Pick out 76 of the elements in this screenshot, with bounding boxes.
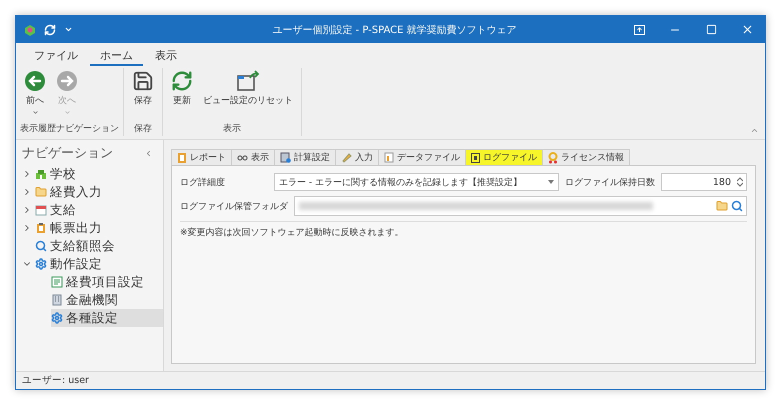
- tree-item[interactable]: 動作設定: [35, 255, 106, 273]
- ribbon-tab[interactable]: 表示: [145, 46, 187, 66]
- settings-tab[interactable]: 入力: [335, 149, 379, 165]
- tree-item[interactable]: 経費入力: [35, 183, 106, 201]
- pencil-icon: [341, 152, 352, 163]
- log-level-dropdown[interactable]: エラー - エラーに関する情報のみを記録します【推奨設定】: [274, 173, 559, 191]
- award-icon: [548, 152, 558, 164]
- collapse-pane-icon[interactable]: [144, 148, 153, 158]
- pane-title: ナビゲーション: [22, 145, 113, 162]
- caret-icon: [32, 109, 38, 116]
- settings-tab[interactable]: ログファイル: [465, 149, 543, 165]
- ribbon-display-icon[interactable]: [634, 24, 644, 34]
- tree-item-label: 各種設定: [66, 310, 118, 326]
- field-label: ログファイル保管フォルダ: [180, 200, 288, 212]
- gear-icon: [35, 258, 47, 270]
- log-icon: [471, 152, 480, 162]
- dropdown-caret-icon: [548, 180, 554, 184]
- spinner-arrows-icon[interactable]: [737, 177, 743, 187]
- window-reset-icon: [236, 70, 260, 92]
- settings-tab[interactable]: 表示: [231, 149, 275, 165]
- tree-item[interactable]: 支給: [35, 201, 80, 219]
- refresh-icon[interactable]: [44, 24, 56, 36]
- ribbon-button[interactable]: 前へ: [20, 68, 50, 122]
- refresh-icon: [171, 70, 193, 92]
- glasses-icon: [237, 154, 248, 160]
- tree-item-label: 支給: [50, 202, 76, 218]
- tree-item-label: 帳票出力: [50, 220, 102, 236]
- window-title: ユーザー個別設定 - P-SPACE 就学奨励費ソフトウェア: [271, 24, 518, 36]
- tree-item-label: 支給額照会: [50, 238, 115, 254]
- clipboard-icon: [177, 152, 187, 163]
- folder-icon: [35, 186, 47, 198]
- tree-item[interactable]: 各種設定: [51, 309, 163, 327]
- ribbon-button[interactable]: ビュー設定のリセット: [199, 68, 297, 122]
- tree-item-label: 学校: [50, 166, 76, 182]
- group-label: 保存: [133, 122, 153, 136]
- school-icon: [35, 168, 47, 180]
- form-icon: [51, 276, 63, 288]
- tree-item[interactable]: 金融機関: [51, 291, 122, 309]
- tree-item[interactable]: 経費項目設定: [51, 273, 148, 291]
- tree-item[interactable]: 帳票出力: [35, 219, 106, 237]
- tree-item-label: 動作設定: [50, 256, 102, 272]
- status-user: ユーザー: user: [22, 374, 89, 387]
- calculator-icon: [280, 152, 291, 163]
- ribbon-button[interactable]: 保存: [128, 68, 158, 122]
- tree-item[interactable]: 支給額照会: [35, 237, 119, 255]
- search-icon: [35, 240, 47, 252]
- note-text: ※変更内容は次回ソフトウェア起動時に反映されます。: [180, 221, 747, 239]
- group-label: 表示履歴ナビゲーション: [20, 122, 119, 136]
- ribbon-tab[interactable]: ホーム: [90, 46, 143, 66]
- settings-tab[interactable]: 計算設定: [274, 149, 336, 165]
- clipboard-icon: [35, 222, 47, 234]
- retention-days-spinner[interactable]: 180: [661, 173, 747, 191]
- tree-item-label: 金融機関: [66, 292, 118, 308]
- calendar-icon: [35, 204, 47, 216]
- gear-icon: [51, 312, 63, 324]
- settings-tab[interactable]: データファイル: [378, 149, 466, 165]
- settings-tab[interactable]: ライセンス情報: [542, 149, 630, 165]
- app-logo-icon: [24, 24, 36, 36]
- dropdown-caret-icon[interactable]: [64, 25, 73, 34]
- collapse-ribbon-icon[interactable]: [750, 126, 759, 135]
- ribbon-button[interactable]: 更新: [167, 68, 197, 122]
- caret-icon: [64, 109, 70, 116]
- ribbon-tab[interactable]: ファイル: [24, 46, 88, 66]
- tree-item[interactable]: 学校: [35, 165, 80, 183]
- field-label: ログ詳細度: [180, 176, 226, 188]
- tree-item-label: 経費項目設定: [66, 274, 144, 290]
- document-icon: [384, 152, 394, 163]
- maximize-icon[interactable]: [706, 24, 716, 35]
- group-label: 表示: [222, 122, 242, 136]
- tree-item-label: 経費入力: [50, 184, 102, 200]
- settings-tab[interactable]: レポート: [171, 149, 232, 165]
- close-icon[interactable]: [740, 23, 754, 36]
- building-icon: [51, 294, 63, 306]
- folder-path-field[interactable]: [294, 196, 747, 216]
- field-label: ログファイル保持日数: [565, 176, 655, 188]
- search-icon[interactable]: [731, 200, 743, 212]
